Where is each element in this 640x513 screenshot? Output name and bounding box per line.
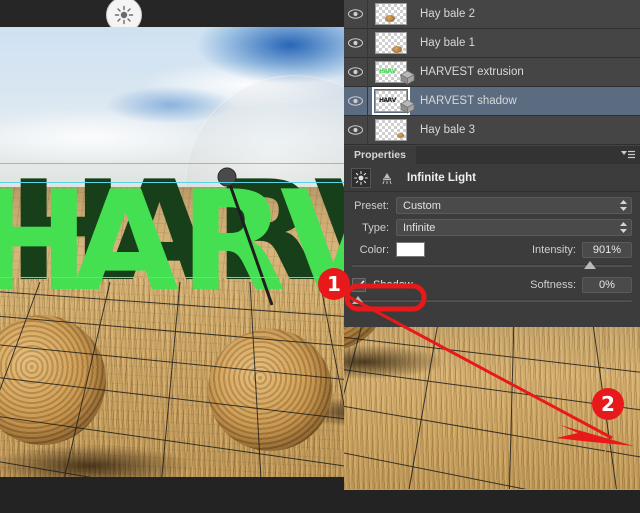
type-value: Infinite	[403, 221, 436, 234]
guide-horizontal	[0, 182, 344, 183]
intensity-slider[interactable]	[352, 261, 632, 270]
3d-cube-icon	[400, 70, 415, 85]
properties-header: Infinite Light	[344, 164, 640, 192]
intensity-input[interactable]: 901%	[582, 241, 632, 258]
type-label: Type:	[362, 221, 389, 234]
shadow-row[interactable]: Shadow Softness: 0%	[344, 276, 640, 293]
layer-name: HARVEST extrusion	[420, 66, 524, 78]
intensity-slider-knob[interactable]	[584, 261, 597, 269]
light-direction-handle[interactable]	[0, 27, 344, 477]
layer-row[interactable]: Hay bale 1	[344, 28, 640, 58]
type-select[interactable]: Infinite	[396, 219, 632, 236]
canvas-top-strip	[0, 0, 344, 27]
eye-icon[interactable]	[344, 57, 368, 87]
layer-name: Hay bale 1	[420, 37, 475, 49]
updown-stepper-icon[interactable]	[620, 222, 627, 233]
softness-label: Softness:	[530, 278, 576, 291]
tab-properties[interactable]: Properties	[344, 146, 416, 164]
3d-cube-icon	[400, 99, 415, 114]
badge-step-2: 2	[592, 388, 624, 420]
intensity-value: 901%	[592, 243, 622, 256]
layer-row[interactable]: Hay bale 3	[344, 115, 640, 145]
guide-horizontal	[0, 277, 344, 278]
intensity-label: Intensity:	[531, 243, 576, 256]
shadow-checkbox[interactable]	[352, 277, 366, 292]
preset-value: Custom	[403, 199, 441, 212]
layer-row[interactable]: HARV HARVEST shadow	[344, 86, 640, 116]
layer-thumbnail[interactable]	[368, 119, 414, 141]
updown-stepper-icon[interactable]	[620, 200, 627, 211]
properties-panel[interactable]: Properties Infinite Light Preset: Custom…	[344, 146, 640, 327]
panel-bottom-strip	[344, 490, 640, 513]
preset-select[interactable]: Custom	[396, 197, 632, 214]
badge-step-1: 1	[318, 268, 350, 300]
layer-row[interactable]: HARV HARVEST extrusion	[344, 57, 640, 87]
eye-icon[interactable]	[344, 115, 368, 145]
color-label: Color:	[359, 243, 389, 256]
canvas-bottom-strip	[0, 477, 344, 513]
layer-thumbnail[interactable]: HARV	[368, 87, 415, 115]
eye-icon[interactable]	[344, 86, 368, 116]
softness-slider-track	[352, 299, 632, 302]
artwork-image[interactable]: H A R V H A R V	[0, 27, 344, 477]
preset-label: Preset:	[354, 199, 389, 212]
checkmark-icon	[353, 280, 365, 289]
layer-row[interactable]: Hay bale 2	[344, 0, 640, 29]
screenshot-root: H A R V H A R V	[0, 0, 640, 513]
page-title: Infinite Light	[407, 171, 476, 184]
layer-thumbnail[interactable]	[368, 32, 414, 54]
properties-tabbar: Properties	[344, 146, 640, 164]
layer-thumbnail[interactable]	[368, 3, 414, 25]
guide-horizontal	[0, 163, 344, 164]
layer-name: Hay bale 2	[420, 8, 475, 20]
right-panel-stack: Hay bale 2 Hay bale 1 HARV HARVEST extru…	[344, 0, 640, 327]
color-swatch[interactable]	[396, 242, 425, 257]
layer-thumbnail[interactable]: HARV	[368, 61, 415, 85]
layers-panel[interactable]: Hay bale 2 Hay bale 1 HARV HARVEST extru…	[344, 0, 640, 146]
tab-properties-label: Properties	[354, 149, 406, 161]
panel-menu-icon[interactable]	[621, 150, 635, 160]
badge-step-1-label: 1	[327, 272, 341, 296]
type-row[interactable]: Type: Infinite	[344, 219, 640, 236]
softness-value: 0%	[599, 278, 615, 291]
badge-step-2-label: 2	[601, 392, 615, 416]
preset-row[interactable]: Preset: Custom	[344, 197, 640, 214]
layer-name: Hay bale 3	[420, 124, 475, 136]
light-source-icon[interactable]	[377, 168, 397, 188]
layer-name: HARVEST shadow	[420, 95, 517, 107]
document-canvas[interactable]: H A R V H A R V	[0, 0, 344, 513]
infinite-light-icon[interactable]	[351, 167, 371, 188]
shadow-label: Shadow	[373, 278, 413, 291]
color-intensity-row[interactable]: Color: Intensity: 901%	[344, 241, 640, 258]
eye-icon[interactable]	[344, 0, 368, 29]
softness-slider-knob[interactable]	[352, 296, 364, 304]
softness-slider[interactable]	[352, 296, 632, 305]
eye-icon[interactable]	[344, 28, 368, 58]
softness-input[interactable]: 0%	[582, 276, 632, 293]
